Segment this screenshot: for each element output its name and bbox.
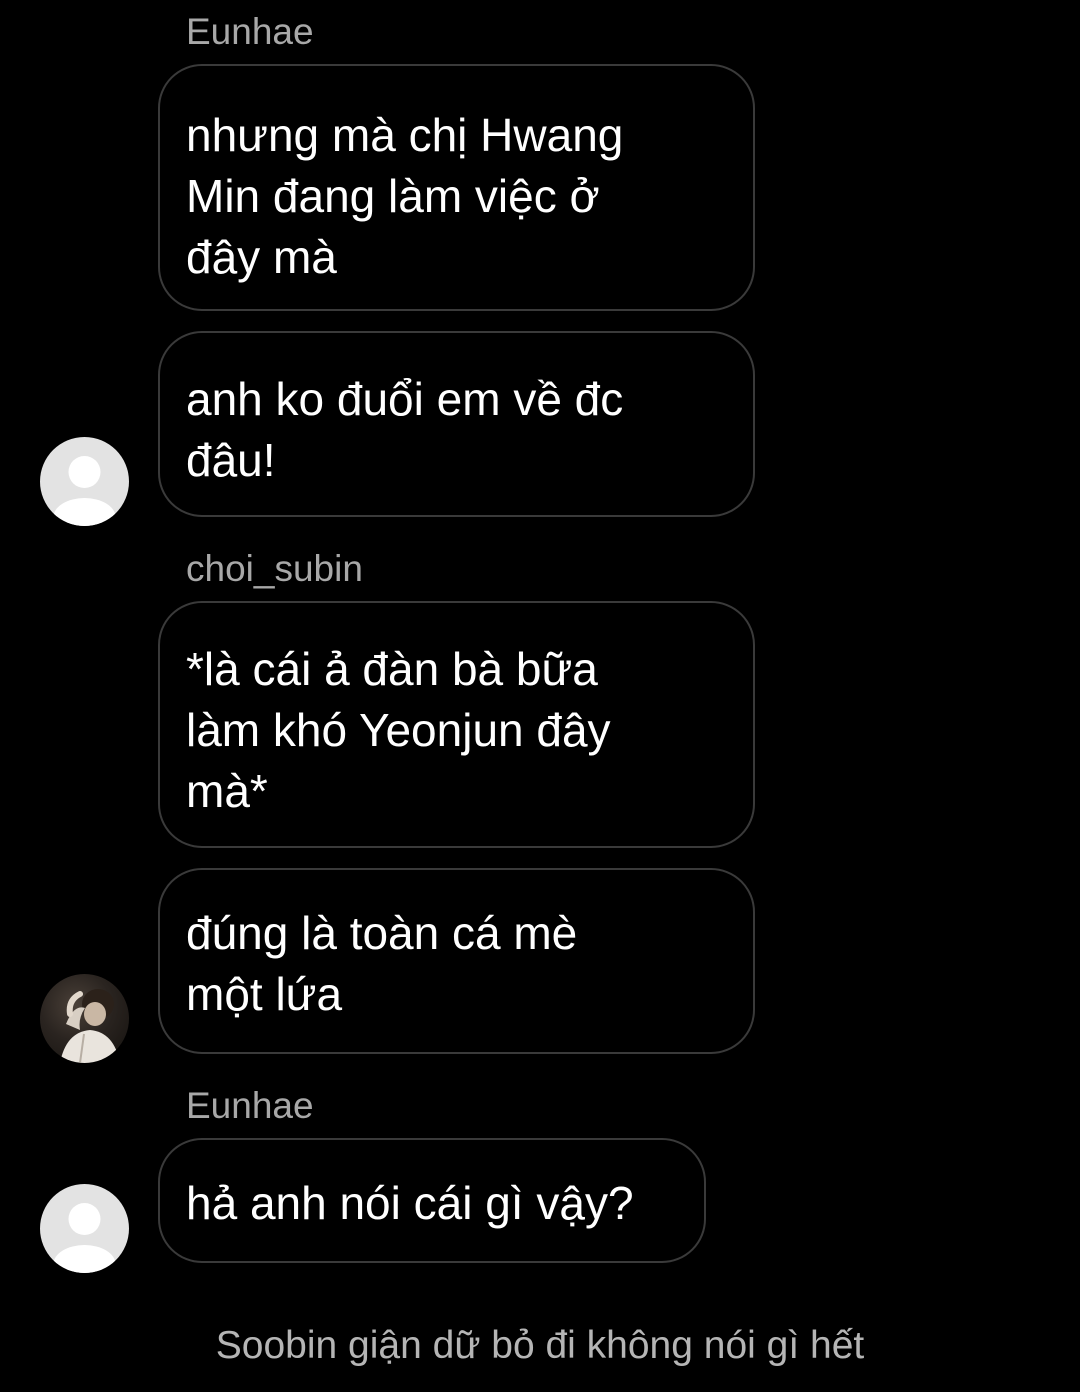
message-line: *là cái ả đàn bà bữa [186, 643, 598, 695]
message-line: Min đang làm việc ở [186, 170, 600, 222]
message-bubble[interactable]: hả anh nói cái gì vậy? [158, 1138, 706, 1263]
message-bubble[interactable]: đúng là toàn cá mè một lứa [158, 868, 755, 1054]
message-bubble[interactable]: anh ko đuổi em về đc đâu! [158, 331, 755, 517]
message-line: đây mà [186, 231, 337, 283]
default-avatar-icon[interactable] [40, 437, 129, 526]
message-line: một lứa [186, 968, 343, 1020]
default-avatar-icon[interactable] [40, 1184, 129, 1273]
message-line: làm khó Yeonjun đây [186, 704, 611, 756]
sender-name: Eunhae [186, 1085, 314, 1126]
sender-name: Eunhae [186, 11, 314, 52]
narration-text: Soobin giận dữ bỏ đi không nói gì hết [215, 1324, 865, 1367]
message-line: mà* [186, 765, 268, 817]
message-line: đâu! [186, 434, 276, 486]
message-line: nhưng mà chị Hwang [186, 109, 624, 161]
sender-name: choi_subin [186, 548, 363, 589]
message-line: đúng là toàn cá mè [186, 907, 578, 959]
user-photo-avatar[interactable] [40, 974, 129, 1063]
message-line: hả anh nói cái gì vậy? [186, 1177, 634, 1229]
message-line: anh ko đuổi em về đc [186, 373, 624, 425]
message-bubble[interactable]: *là cái ả đàn bà bữa làm khó Yeonjun đây… [158, 601, 755, 848]
message-bubble[interactable]: nhưng mà chị Hwang Min đang làm việc ở đ… [158, 64, 755, 311]
